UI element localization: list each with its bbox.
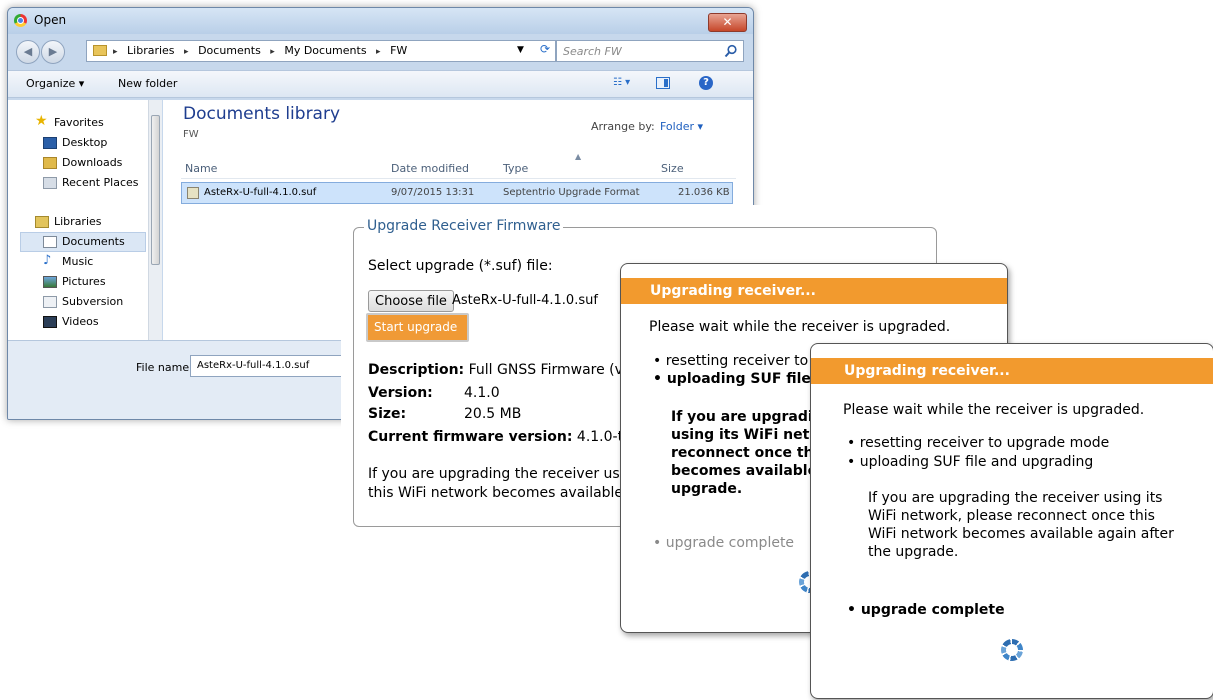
current-firmware-label: Current firmware version: [368,429,573,445]
music-icon: ♪ [43,253,52,268]
window-title: Open [34,13,67,27]
dialog-header: Upgrading receiver... [811,358,1213,384]
bullet-uploading: • uploading SUF file and upgrading [847,454,1094,470]
folder-icon [93,45,107,56]
wifi-note-line-3: WiFi network becomes available again aft… [868,526,1174,542]
file-size-cell: 21.036 KB [678,187,730,198]
chosen-file-name: AsteRx-U-full-4.1.0.suf [452,293,598,308]
file-row[interactable]: AsteRx-U-full-4.1.0.suf 9/07/2015 13:31 … [181,182,733,204]
new-folder-button[interactable]: New folder [118,77,177,90]
title-bar[interactable]: Open ✕ [8,8,753,34]
toolbar: Organize ▾ New folder ☷ ▾ ? [8,70,753,98]
wifi-note-line-2: using its WiFi netw [671,427,823,443]
choose-file-button[interactable]: Choose file [368,290,454,312]
wifi-note-line-5: upgrade. [671,481,743,497]
bullet-complete: • upgrade complete [653,535,795,551]
star-icon: ★ [35,113,48,129]
pictures-icon [43,276,57,288]
wifi-note-line-1: If you are upgrading the receiver using … [868,490,1163,506]
select-file-label: Select upgrade (*.suf) file: [368,258,553,274]
wifi-note-line-3: reconnect once thi [671,445,819,461]
size-label: Size: [368,406,407,422]
file-date-cell: 9/07/2015 13:31 [391,187,475,198]
wifi-note-line-4: the upgrade. [868,544,959,560]
library-title: Documents library [183,104,341,124]
desktop-icon [43,137,57,149]
size-row: Size: [368,406,406,422]
subversion-icon [43,296,57,308]
fieldset-legend: Upgrade Receiver Firmware [364,218,564,234]
wait-text: Please wait while the receiver is upgrad… [843,402,1145,418]
recent-places-icon [43,177,57,189]
breadcrumb-fw[interactable]: FW [390,44,407,57]
size-value: 20.5 MB [464,406,522,422]
close-button[interactable]: ✕ [708,13,747,32]
videos-icon [43,316,57,328]
description-label: Description: [368,362,465,378]
column-header-date-modified[interactable]: Date modified [391,162,469,175]
upgrading-dialog-front: Upgrading receiver... Please wait while … [810,343,1213,699]
search-input[interactable]: Search FW [556,40,744,62]
description-row: Description: Full GNSS Firmware (ve [368,362,632,378]
breadcrumb-my-documents[interactable]: My Documents [284,44,366,57]
breadcrumb: ▸ Libraries ▸ Documents ▸ My Documents ▸… [113,44,408,57]
documents-icon [43,236,57,248]
wifi-note-line-2: WiFi network, please reconnect once this [868,508,1155,524]
arrange-by-label: Arrange by: [591,120,655,133]
bullet-resetting: • resetting receiver to u [653,353,822,369]
sort-arrow-icon: ▲ [575,152,582,161]
version-row: Version: [368,385,433,401]
preview-pane-icon[interactable] [656,77,670,89]
navigation-scrollbar[interactable] [148,100,162,340]
back-button[interactable]: ◀ [16,40,40,64]
forward-button[interactable]: ▶ [41,40,65,64]
loading-spinner-icon [1001,639,1023,661]
address-dropdown-icon[interactable]: ▼ [517,45,524,55]
file-name-cell: AsteRx-U-full-4.1.0.suf [204,187,317,198]
wifi-note-line-2: this WiFi network becomes available a [368,485,637,501]
column-header-size[interactable]: Size [661,162,684,175]
search-icon [724,44,737,58]
wifi-note-line-1: If you are upgradin [671,409,823,425]
column-header-name[interactable]: Name [185,162,217,175]
version-label: Version: [368,385,433,401]
help-icon[interactable]: ? [699,76,713,90]
bullet-resetting: • resetting receiver to upgrade mode [847,435,1110,451]
current-firmware-row: Current firmware version: 4.1.0-ts [368,429,630,445]
file-type-cell: Septentrio Upgrade Format [503,187,640,198]
dialog-header: Upgrading receiver... [621,278,1007,304]
wifi-note-line-4: becomes available [671,463,818,479]
file-name-label: File name: [136,361,193,374]
wait-text: Please wait while the receiver is upgrad… [649,319,951,335]
address-bar[interactable]: ▸ Libraries ▸ Documents ▸ My Documents ▸… [86,40,556,62]
chrome-logo-icon [14,14,27,27]
scrollbar-thumb[interactable] [151,115,160,265]
file-name-input[interactable]: AsteRx-U-full-4.1.0.suf [190,355,346,377]
refresh-icon[interactable]: ⟳ [534,42,556,60]
start-upgrade-button[interactable]: Start upgrade [366,313,469,342]
bullet-uploading: • uploading SUF file a [653,371,826,387]
wifi-note-line-1: If you are upgrading the receiver using [368,466,642,482]
downloads-icon [43,157,57,169]
description-value: Full GNSS Firmware (ve [468,362,632,378]
suf-file-icon [187,187,199,199]
libraries-icon [35,216,49,228]
bullet-complete: • upgrade complete [847,602,1005,618]
column-divider [181,178,736,179]
arrange-by-dropdown[interactable]: Folder ▾ [660,120,703,133]
search-placeholder: Search FW [563,45,622,58]
library-subtitle: FW [183,129,199,140]
column-header-type[interactable]: Type [503,162,528,175]
organize-button[interactable]: Organize ▾ [26,77,84,90]
change-view-icon[interactable]: ☷ ▾ [613,77,639,91]
breadcrumb-documents[interactable]: Documents [198,44,261,57]
navigation-pane: ★ Favorites Desktop Downloads Recent Pla… [8,100,160,340]
navigation-bar: ◀ ▶ ▸ Libraries ▸ Documents ▸ My Documen… [8,36,753,66]
version-value: 4.1.0 [464,385,500,401]
breadcrumb-libraries[interactable]: Libraries [127,44,175,57]
